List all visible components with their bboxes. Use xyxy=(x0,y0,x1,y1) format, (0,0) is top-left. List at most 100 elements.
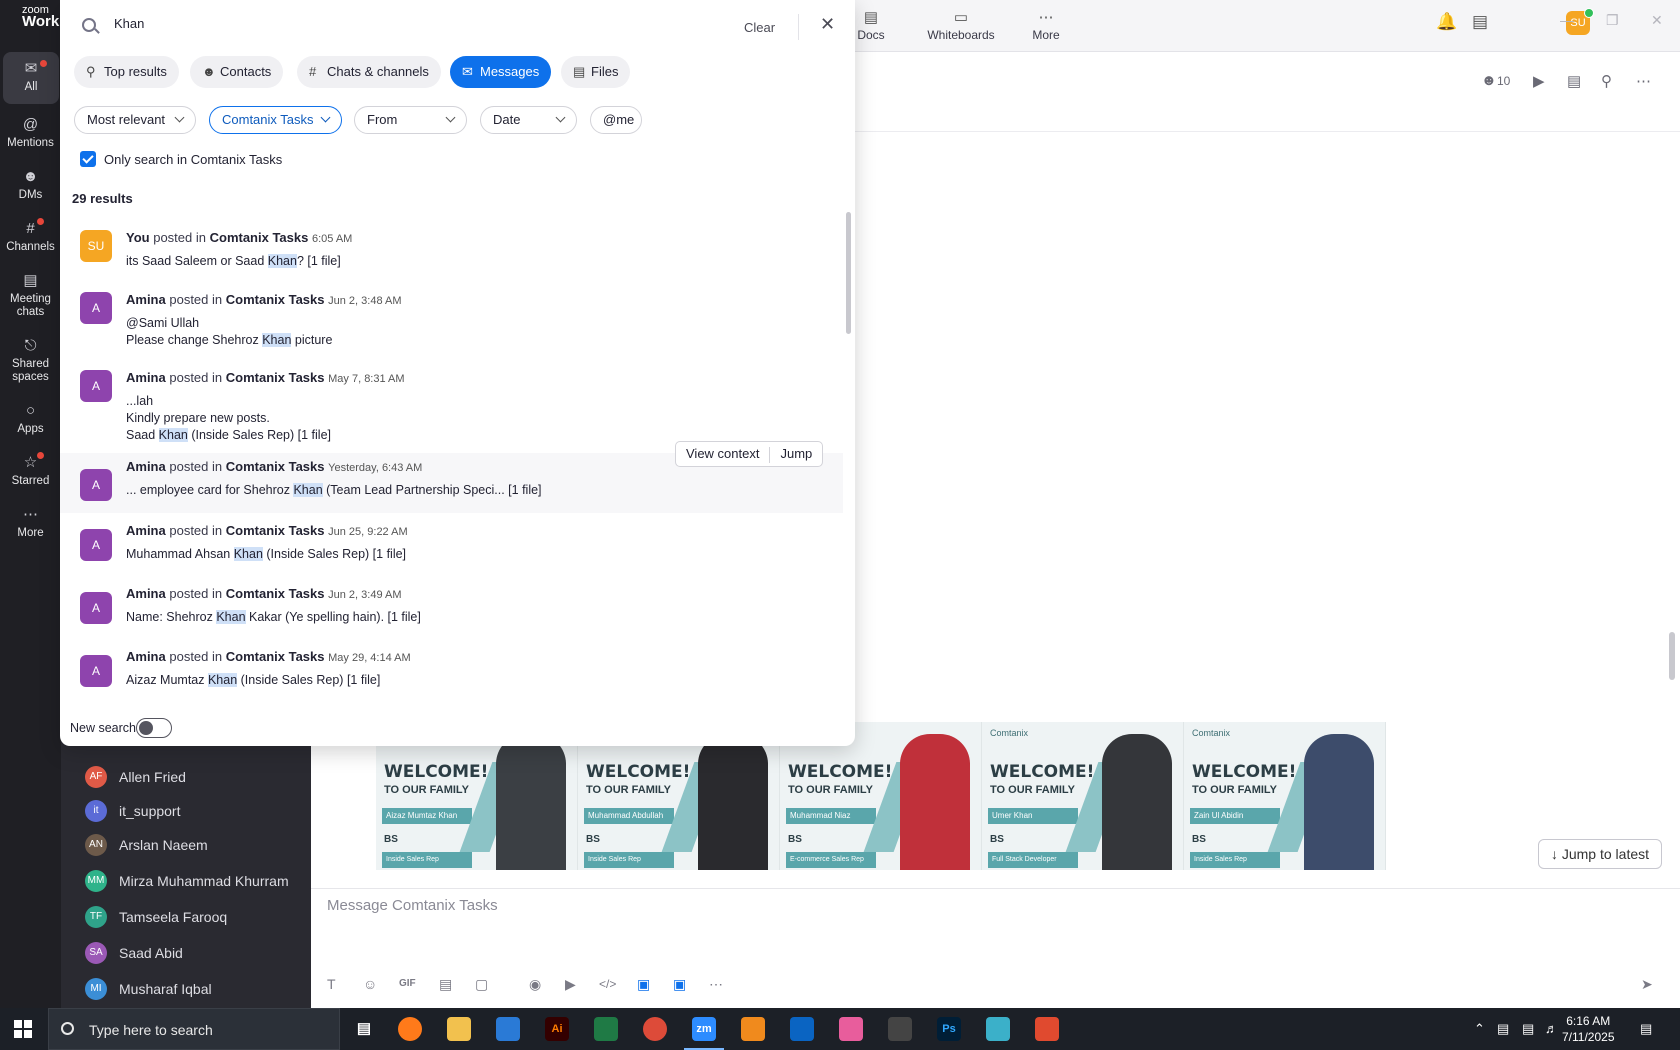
jump-to-latest-button[interactable]: ↓ Jump to latest xyxy=(1538,839,1662,869)
app-icon[interactable]: ▣ xyxy=(637,976,650,993)
rail-item-channels[interactable]: # Channels xyxy=(0,218,61,253)
search-result[interactable]: A Amina posted in Comtanix Tasks Jun 2, … xyxy=(60,576,843,639)
zoom-icon[interactable]: zm xyxy=(684,1017,724,1050)
taskbar-search-box[interactable]: Type here to search xyxy=(48,1008,340,1050)
mentions-me-filter[interactable]: @me xyxy=(590,106,642,134)
tab-files[interactable]: ▤ Files xyxy=(561,56,631,88)
welcome-card[interactable]: Comtanix WELCOME! TO OUR FAMILY Umer Kha… xyxy=(982,722,1184,870)
rail-item-dms[interactable]: ☻ DMs xyxy=(0,168,61,201)
taskbar-clock[interactable]: 6:16 AM 7/11/2025 xyxy=(1562,1013,1615,1045)
calendar-icon[interactable]: ▤ xyxy=(1567,72,1581,90)
search-result[interactable]: A Amina posted in Comtanix Tasks Jun 2, … xyxy=(60,280,843,358)
volume-icon[interactable]: ♬ xyxy=(1545,1021,1558,1036)
tab-chats-channels[interactable]: # Chats & channels xyxy=(297,56,441,88)
members-icon[interactable]: ☻ xyxy=(1481,72,1497,89)
channel-filter-dropdown[interactable]: Comtanix Tasks xyxy=(209,106,342,134)
list-item[interactable]: AF Allen Fried xyxy=(85,762,305,792)
tab-messages[interactable]: ✉ Messages xyxy=(450,56,552,88)
close-icon[interactable]: ✕ xyxy=(820,14,835,35)
calendar-icon[interactable]: ▤ xyxy=(1472,12,1488,32)
rail-item-shared-spaces[interactable]: ⎋ Shared spaces xyxy=(0,337,61,384)
notifications-icon[interactable]: ▤ xyxy=(1640,1021,1652,1037)
tab-top-results[interactable]: ⚲ Top results xyxy=(74,56,179,88)
date-filter-dropdown[interactable]: Date xyxy=(480,106,577,134)
chat-scrollbar[interactable] xyxy=(1669,632,1675,680)
network-icon[interactable]: ▤ xyxy=(1497,1021,1509,1037)
view-context-button[interactable]: View context xyxy=(676,442,769,466)
more-options-icon[interactable]: ⋯ xyxy=(709,976,723,993)
only-search-checkbox[interactable] xyxy=(80,151,96,167)
message-input[interactable]: Message Comtanix Tasks xyxy=(327,897,498,914)
tab-whiteboards[interactable]: ▭ Whiteboards xyxy=(919,8,1003,42)
list-item[interactable]: TF Tamseela Farooq xyxy=(85,902,305,932)
list-item[interactable]: MI Musharaf Iqbal xyxy=(85,974,305,1004)
photoshop-icon[interactable]: Ps xyxy=(937,1017,961,1041)
windows-start-button[interactable] xyxy=(14,1020,32,1038)
search-result[interactable]: A Amina posted in Comtanix Tasks May 7, … xyxy=(60,358,843,453)
app-icon[interactable] xyxy=(986,1017,1010,1041)
rail-item-starred[interactable]: ☆ Starred xyxy=(0,452,61,487)
welcome-card[interactable]: Comtanix WELCOME! TO OUR FAMILY Zain Ul … xyxy=(1184,722,1386,870)
rail-item-more[interactable]: ⋯ More xyxy=(0,506,61,539)
text-part: (Inside Sales Rep) [1 file] xyxy=(187,428,331,442)
search-input[interactable] xyxy=(114,16,674,31)
tab-docs[interactable]: ▤ Docs xyxy=(849,8,893,42)
excel-icon[interactable] xyxy=(594,1017,618,1041)
code-icon[interactable]: </> xyxy=(599,977,616,991)
illustrator-icon[interactable]: Ai xyxy=(545,1017,569,1041)
avatar: SU xyxy=(80,230,112,262)
emoji-icon[interactable]: ☺ xyxy=(363,976,377,992)
list-item[interactable]: SA Saad Abid xyxy=(85,938,305,968)
microphone-icon[interactable]: ◉ xyxy=(529,976,541,993)
task-view-icon[interactable]: ▤ xyxy=(352,1017,376,1041)
results-scrollbar[interactable] xyxy=(846,212,851,334)
jump-button[interactable]: Jump xyxy=(770,442,822,466)
pen-tool-icon[interactable] xyxy=(888,1017,912,1041)
wifi-icon[interactable]: ▤ xyxy=(1522,1021,1534,1037)
avatar: SA xyxy=(85,942,107,964)
chrome-icon[interactable] xyxy=(643,1017,667,1041)
file-icon[interactable]: ▤ xyxy=(439,976,452,993)
rail-item-meeting-chats[interactable]: ▤ Meeting chats xyxy=(0,272,61,319)
tab-contacts[interactable]: ☻ Contacts xyxy=(190,56,284,88)
search-icon[interactable]: ⚲ xyxy=(1601,72,1612,90)
new-search-toggle[interactable] xyxy=(136,718,172,738)
list-item[interactable]: it it_support xyxy=(85,796,305,826)
rail-item-apps[interactable]: ○ Apps xyxy=(0,402,61,435)
search-result[interactable]: SU You posted in Comtanix Tasks 6:05 AM … xyxy=(60,218,843,280)
send-icon[interactable]: ➤ xyxy=(1641,976,1653,993)
video-icon[interactable]: ▶ xyxy=(1533,72,1545,90)
clear-button[interactable]: Clear xyxy=(744,20,775,35)
search-result[interactable]: A Amina posted in Comtanix Tasks May 29,… xyxy=(60,639,843,702)
message-composer[interactable]: Message Comtanix Tasks T ☺ GIF ▤ ▢ ◉ ▶ <… xyxy=(311,888,1680,1008)
minimize-button[interactable]: — xyxy=(1560,12,1574,28)
zoom-app-icon[interactable]: ▣ xyxy=(673,976,686,993)
firefox-icon[interactable] xyxy=(398,1017,422,1041)
close-window-button[interactable]: ✕ xyxy=(1651,12,1663,29)
search-result[interactable]: A Amina posted in Comtanix Tasks Yesterd… xyxy=(60,441,843,513)
list-item[interactable]: MM Mirza Muhammad Khurram xyxy=(85,866,305,896)
vscode-icon[interactable] xyxy=(496,1017,520,1041)
video-message-icon[interactable]: ▶ xyxy=(565,976,576,993)
xampp-icon[interactable] xyxy=(741,1017,765,1041)
more-options-icon[interactable]: ⋯ xyxy=(1636,72,1651,90)
file-explorer-icon[interactable] xyxy=(447,1017,471,1041)
text-format-icon[interactable]: T xyxy=(327,976,336,992)
photos-icon[interactable] xyxy=(839,1017,863,1041)
gif-icon[interactable]: GIF xyxy=(399,978,416,989)
timestamp: Jun 2, 3:48 AM xyxy=(328,295,402,307)
bell-icon[interactable]: 🔔 xyxy=(1436,12,1457,32)
from-filter-dropdown[interactable]: From xyxy=(354,106,467,134)
search-result[interactable]: A Amina posted in Comtanix Tasks Jun 25,… xyxy=(60,513,843,576)
outlook-icon[interactable] xyxy=(790,1017,814,1041)
snipping-icon[interactable] xyxy=(1035,1017,1059,1041)
tab-more[interactable]: ⋯ More xyxy=(1026,8,1066,42)
chevron-up-icon[interactable]: ⌃ xyxy=(1474,1021,1485,1037)
rail-item-all[interactable]: ✉ All xyxy=(3,52,59,104)
maximize-button[interactable]: ❐ xyxy=(1606,12,1619,29)
rail-item-mentions[interactable]: @ Mentions xyxy=(0,116,61,149)
screenshot-icon[interactable]: ▢ xyxy=(475,976,488,993)
list-item[interactable]: AN Arslan Naeem xyxy=(85,830,305,860)
zoom-workplace-logo: zoom Work xyxy=(22,4,59,29)
sort-dropdown[interactable]: Most relevant xyxy=(74,106,196,134)
